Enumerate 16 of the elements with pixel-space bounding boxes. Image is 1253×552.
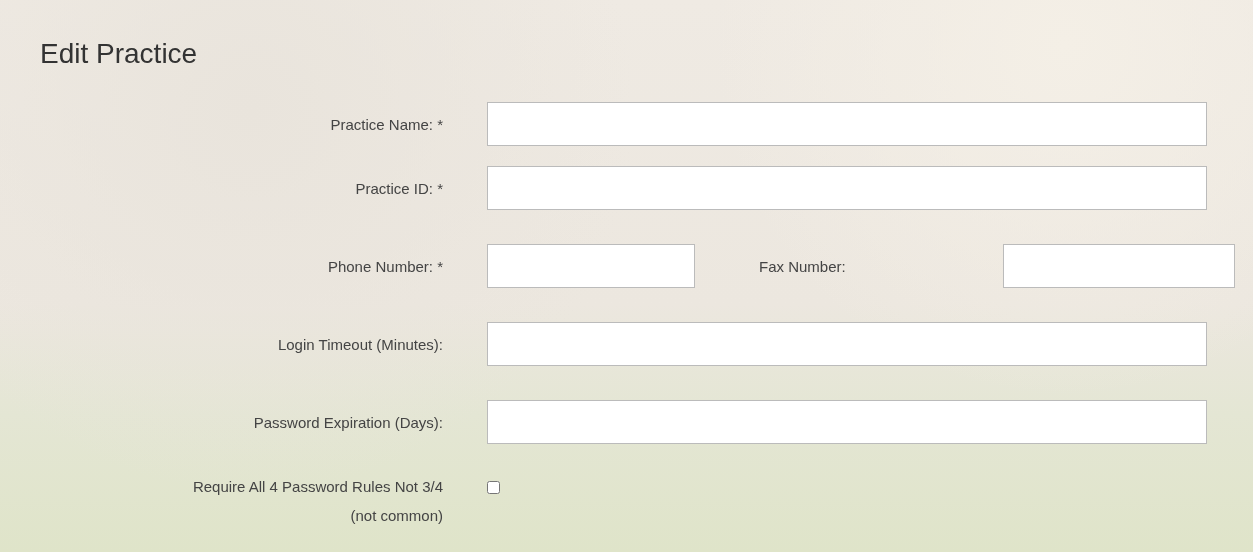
field-label: Practice Name: *	[329, 115, 443, 133]
field-label: Fax Number:	[759, 257, 847, 275]
input-field[interactable]	[1003, 244, 1235, 288]
field-note: (not common)	[350, 507, 443, 524]
field-label: Practice ID: *	[354, 179, 443, 197]
input-field[interactable]	[487, 166, 1207, 210]
field-label: Password Expiration (Days):	[252, 413, 443, 431]
field-label: Require All 4 Password Rules Not 3/4	[192, 478, 443, 495]
input-field[interactable]	[487, 322, 1207, 366]
input-field[interactable]	[487, 102, 1207, 146]
checkbox[interactable]	[487, 481, 500, 494]
field-label: Phone Number: *	[326, 257, 443, 275]
page-title: Edit Practice	[40, 38, 198, 70]
field-label: Login Timeout (Minutes):	[276, 335, 443, 353]
input-field[interactable]	[487, 400, 1207, 444]
input-field[interactable]	[487, 244, 695, 288]
